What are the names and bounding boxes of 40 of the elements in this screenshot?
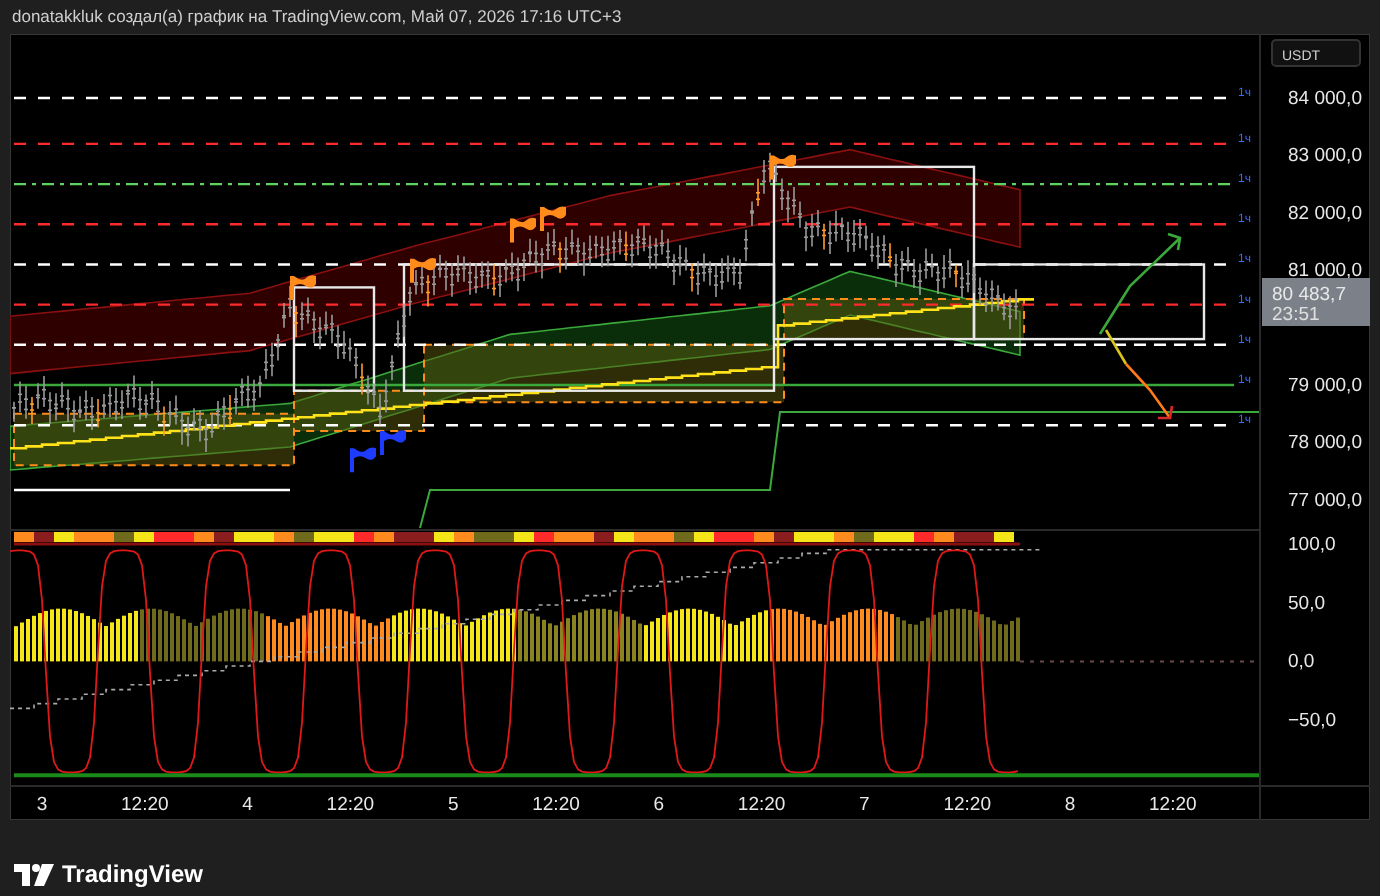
- time-axis-label: 12:20: [121, 794, 169, 816]
- chart-caption: donatakkluk создал(а) график на TradingView.com, Май 07, 2026 17:16 UTC+3: [10, 4, 624, 30]
- countdown-label: 23:51: [1272, 304, 1320, 326]
- range-box: [292, 286, 376, 392]
- time-axis-label: 5: [447, 794, 459, 816]
- price-tick-label: 81 000,0: [1288, 260, 1362, 283]
- oscillator-tick-label: 100,0: [1288, 534, 1336, 556]
- currency-badge: [1271, 39, 1361, 67]
- oscillator-tick-label: −50,0: [1288, 710, 1337, 733]
- time-axis-label: 12:20: [1149, 794, 1197, 816]
- price-tick-label: 78 000,0: [1288, 432, 1362, 455]
- time-axis-label: 12:20: [326, 794, 375, 816]
- price-tick-label: 84 000,0: [1288, 88, 1362, 110]
- current-price-label: 80 483,7: [1272, 284, 1346, 306]
- flag-marker: [350, 447, 376, 473]
- price-tick-label: 77 000,0: [1288, 489, 1362, 512]
- time-axis-label: 7: [859, 794, 870, 816]
- logo-icon: [14, 863, 54, 885]
- flag-marker: [290, 275, 316, 300]
- time-axis-label: 12:20: [737, 794, 786, 816]
- time-axis-label: 12:20: [943, 794, 991, 816]
- price-tick-label: 82 000,0: [1288, 202, 1362, 225]
- oscillator-tick-label: 0,0: [1288, 651, 1315, 674]
- arrow-drawing: [1104, 329, 1174, 420]
- logo-text: TradingView: [62, 860, 203, 888]
- price-tick-label: 79 000,0: [1288, 375, 1362, 397]
- flag-marker: [410, 258, 436, 283]
- flag-marker: [770, 154, 796, 180]
- flag-marker: [540, 206, 566, 232]
- oscillator-tick-label: 50,0: [1288, 592, 1325, 615]
- time-axis-label: 3: [36, 794, 48, 816]
- time-axis-label: 8: [1064, 794, 1076, 816]
- time-axis-label: 4: [242, 794, 253, 816]
- flag-marker: [510, 217, 536, 243]
- flag-marker: [380, 430, 406, 455]
- arrow-drawing: [1098, 232, 1182, 335]
- time-axis-label: 6: [653, 794, 665, 816]
- price-badge: [1262, 278, 1370, 326]
- price-tick-label: 83 000,0: [1288, 145, 1362, 168]
- time-axis-label: 12:20: [532, 794, 580, 816]
